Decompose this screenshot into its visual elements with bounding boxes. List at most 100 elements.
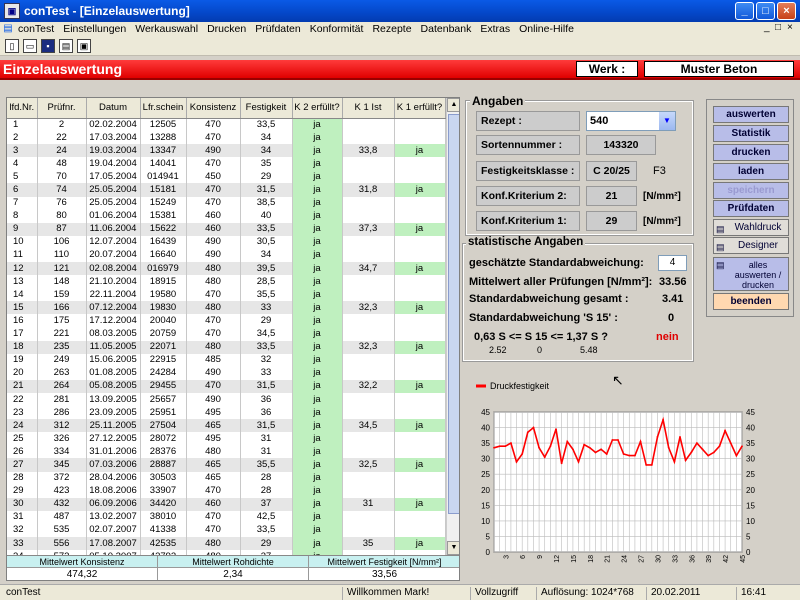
mdi-restore-button[interactable]: □ <box>775 22 781 33</box>
auswerten-button[interactable]: auswerten <box>713 106 789 123</box>
column-header-k-2-erfuellt[interactable]: K 2 erfüllt? <box>292 98 343 119</box>
table-row[interactable]: 10 106 12.07.2004 16439 490 30,5 ja <box>7 235 446 249</box>
menu-datenbank[interactable]: Datenbank <box>421 23 472 35</box>
cell-k-2-erfuellt: ja <box>292 406 343 420</box>
scroll-thumb[interactable] <box>448 114 459 514</box>
menu-einstellungen[interactable]: Einstellungen <box>63 23 126 35</box>
column-header-lfd-nr[interactable]: lfd.Nr. <box>7 98 38 119</box>
table-row[interactable]: 2 22 17.03.2004 13288 470 34 ja <box>7 131 446 145</box>
scroll-up-icon[interactable]: ▲ <box>447 98 459 112</box>
cell-lfd-nr: 13 <box>7 275 38 289</box>
table-row[interactable]: 24 312 25.11.2005 27504 465 31,5 ja 34,5 ja <box>7 419 446 433</box>
cell-konsistenz: 470 <box>186 327 241 341</box>
table-row[interactable]: 12 121 02.08.2004 016979 480 39,5 ja 34,7 ja <box>7 262 446 276</box>
column-header-datum[interactable]: Datum <box>86 98 141 119</box>
save-icon[interactable]: ▪ <box>41 39 55 53</box>
speichern-button[interactable]: speichern <box>713 182 789 199</box>
data-point <box>555 428 557 431</box>
menu-drucken[interactable]: Drucken <box>207 23 246 35</box>
table-row[interactable]: 6 74 25.05.2004 15181 470 31,5 ja 31,8 ja <box>7 183 446 197</box>
mdi-close-button[interactable]: × <box>787 22 793 33</box>
table-row[interactable]: 13 148 21.10.2004 18915 480 28,5 ja <box>7 275 446 289</box>
data-point <box>667 446 670 449</box>
beenden-button[interactable]: beenden <box>713 293 789 310</box>
close-button[interactable]: × <box>777 2 796 20</box>
table-row[interactable]: 30 432 06.09.2006 34420 460 37 ja 31 ja <box>7 497 446 511</box>
preview-icon[interactable]: ▣ <box>77 39 91 53</box>
table-row[interactable]: 32 535 02.07.2007 41338 470 33,5 ja <box>7 523 446 537</box>
menu-online-hilfe[interactable]: Online-Hilfe <box>519 23 574 35</box>
table-row[interactable]: 11 110 20.07.2004 16640 490 34 ja <box>7 248 446 263</box>
table-row[interactable]: 3 24 19.03.2004 13347 490 34 ja 33,8 ja <box>7 144 446 158</box>
mdi-minimize-button[interactable]: _ <box>764 22 770 33</box>
pruefdaten-button[interactable]: Prüfdaten <box>713 200 789 217</box>
cell-k-1-erfuellt <box>394 510 446 524</box>
cell-k-1-erfuellt <box>394 445 446 459</box>
column-header-k-1-erfuellt[interactable]: K 1 erfüllt? <box>394 98 446 119</box>
table-row[interactable]: 19 249 15.06.2005 22915 485 32 ja <box>7 353 446 367</box>
table-row[interactable]: 28 372 28.04.2006 30503 465 28 ja <box>7 471 446 485</box>
statistik-button[interactable]: Statistik <box>713 125 789 142</box>
menu-werkauswahl[interactable]: Werkauswahl <box>135 23 198 35</box>
table-row[interactable]: 18 235 11.05.2005 22071 480 33,5 ja 32,3 ja <box>7 340 446 354</box>
menu-contest[interactable]: conTest <box>18 23 54 35</box>
table-row[interactable]: 15 166 07.12.2004 19830 480 33 ja 32,3 ja <box>7 301 446 315</box>
new-icon[interactable]: ▯ <box>5 39 19 53</box>
table-row[interactable]: 7 76 25.05.2004 15249 470 38,5 ja <box>7 196 446 210</box>
column-header-festigkeit[interactable]: Festigkeit <box>240 98 293 119</box>
table-row[interactable]: 20 263 01.08.2005 24284 490 33 ja <box>7 366 446 380</box>
column-header-pruefnr[interactable]: Prüfnr. <box>37 98 87 119</box>
cell-festigkeit: 29 <box>240 314 293 328</box>
table-row[interactable]: 8 80 01.06.2004 15381 460 40 ja <box>7 209 446 223</box>
menu-extras[interactable]: Extras <box>480 23 510 35</box>
table-row[interactable]: 29 423 18.08.2006 33907 470 28 ja <box>7 484 446 498</box>
open-icon[interactable]: ▭ <box>23 39 37 53</box>
cell-konsistenz: 470 <box>186 183 241 197</box>
menu-pruefdaten[interactable]: Prüfdaten <box>255 23 301 35</box>
wahldruck-button[interactable]: ▤ Wahldruck <box>713 219 789 236</box>
cell-k-1-ist: 34,5 <box>342 419 395 433</box>
table-row[interactable]: 33 556 17.08.2007 42535 480 29 ja 35 ja <box>7 537 446 551</box>
designer-button[interactable]: ▤ Designer <box>713 237 789 254</box>
y-tick-label-right: 45 <box>746 408 755 417</box>
cell-lfd-nr: 30 <box>7 497 38 511</box>
drucken-button[interactable]: drucken <box>713 144 789 161</box>
table-row[interactable]: 14 159 22.11.2004 19580 470 35,5 ja <box>7 288 446 302</box>
minimize-button[interactable]: _ <box>735 2 754 20</box>
table-row[interactable]: 26 334 31.01.2006 28376 480 31 ja <box>7 445 446 459</box>
cell-konsistenz: 490 <box>186 366 241 380</box>
table-row[interactable]: 5 70 17.05.2004 014941 450 29 ja <box>7 170 446 184</box>
menu-konformitaet[interactable]: Konformität <box>310 23 364 35</box>
chevron-down-icon[interactable]: ▼ <box>659 112 675 130</box>
column-header-lfr-schein[interactable]: Lfr.schein <box>140 98 187 119</box>
table-row[interactable]: 21 264 05.08.2005 29455 470 31,5 ja 32,2 ja <box>7 379 446 393</box>
table-row[interactable]: 17 221 08.03.2005 20759 470 34,5 ja <box>7 327 446 341</box>
column-header-k-1-ist[interactable]: K 1 Ist <box>342 98 395 119</box>
table-row[interactable]: 9 87 11.06.2004 15622 460 33,5 ja 37,3 ja <box>7 222 446 236</box>
document-icon[interactable]: ▤ <box>2 23 14 35</box>
maximize-button[interactable]: □ <box>756 2 775 20</box>
table-row[interactable]: 23 286 23.09.2005 25951 495 36 ja <box>7 406 446 420</box>
cell-lfd-nr: 17 <box>7 327 38 341</box>
table-row[interactable]: 22 281 13.09.2005 25657 490 36 ja <box>7 392 446 407</box>
cell-lfr-schein: 25657 <box>140 392 187 407</box>
scroll-down-icon[interactable]: ▼ <box>447 541 459 555</box>
table-row[interactable]: 1 2 02.02.2004 12505 470 33,5 ja <box>7 118 446 132</box>
cell-k-1-erfuellt <box>394 484 446 498</box>
table-row[interactable]: 31 487 13.02.2007 38010 470 42,5 ja <box>7 510 446 524</box>
table-row[interactable]: 16 175 17.12.2004 20040 470 29 ja <box>7 314 446 328</box>
geschaetzt-input[interactable]: 4 <box>658 255 687 271</box>
print-icon[interactable]: ▤ <box>59 39 73 53</box>
menu-rezepte[interactable]: Rezepte <box>372 23 411 35</box>
cell-k-2-erfuellt: ja <box>292 144 343 158</box>
alles-auswerten-drucken-button[interactable]: ▤ alles auswerten / drucken <box>713 257 789 291</box>
table-row[interactable]: 4 48 19.04.2004 14041 470 35 ja <box>7 157 446 171</box>
cell-datum: 28.04.2006 <box>86 471 141 485</box>
table-row[interactable]: 25 326 27.12.2005 28072 495 31 ja <box>7 432 446 446</box>
rezept-select[interactable]: 540 ▼ <box>586 111 676 131</box>
laden-button[interactable]: laden <box>713 163 789 180</box>
y-tick-label-right: 20 <box>746 486 755 495</box>
vertical-scrollbar[interactable]: ▲ ▼ <box>446 98 459 555</box>
table-row[interactable]: 27 345 07.03.2006 28887 465 35,5 ja 32,5 ja <box>7 458 446 472</box>
column-header-konsistenz[interactable]: Konsistenz <box>186 98 241 119</box>
